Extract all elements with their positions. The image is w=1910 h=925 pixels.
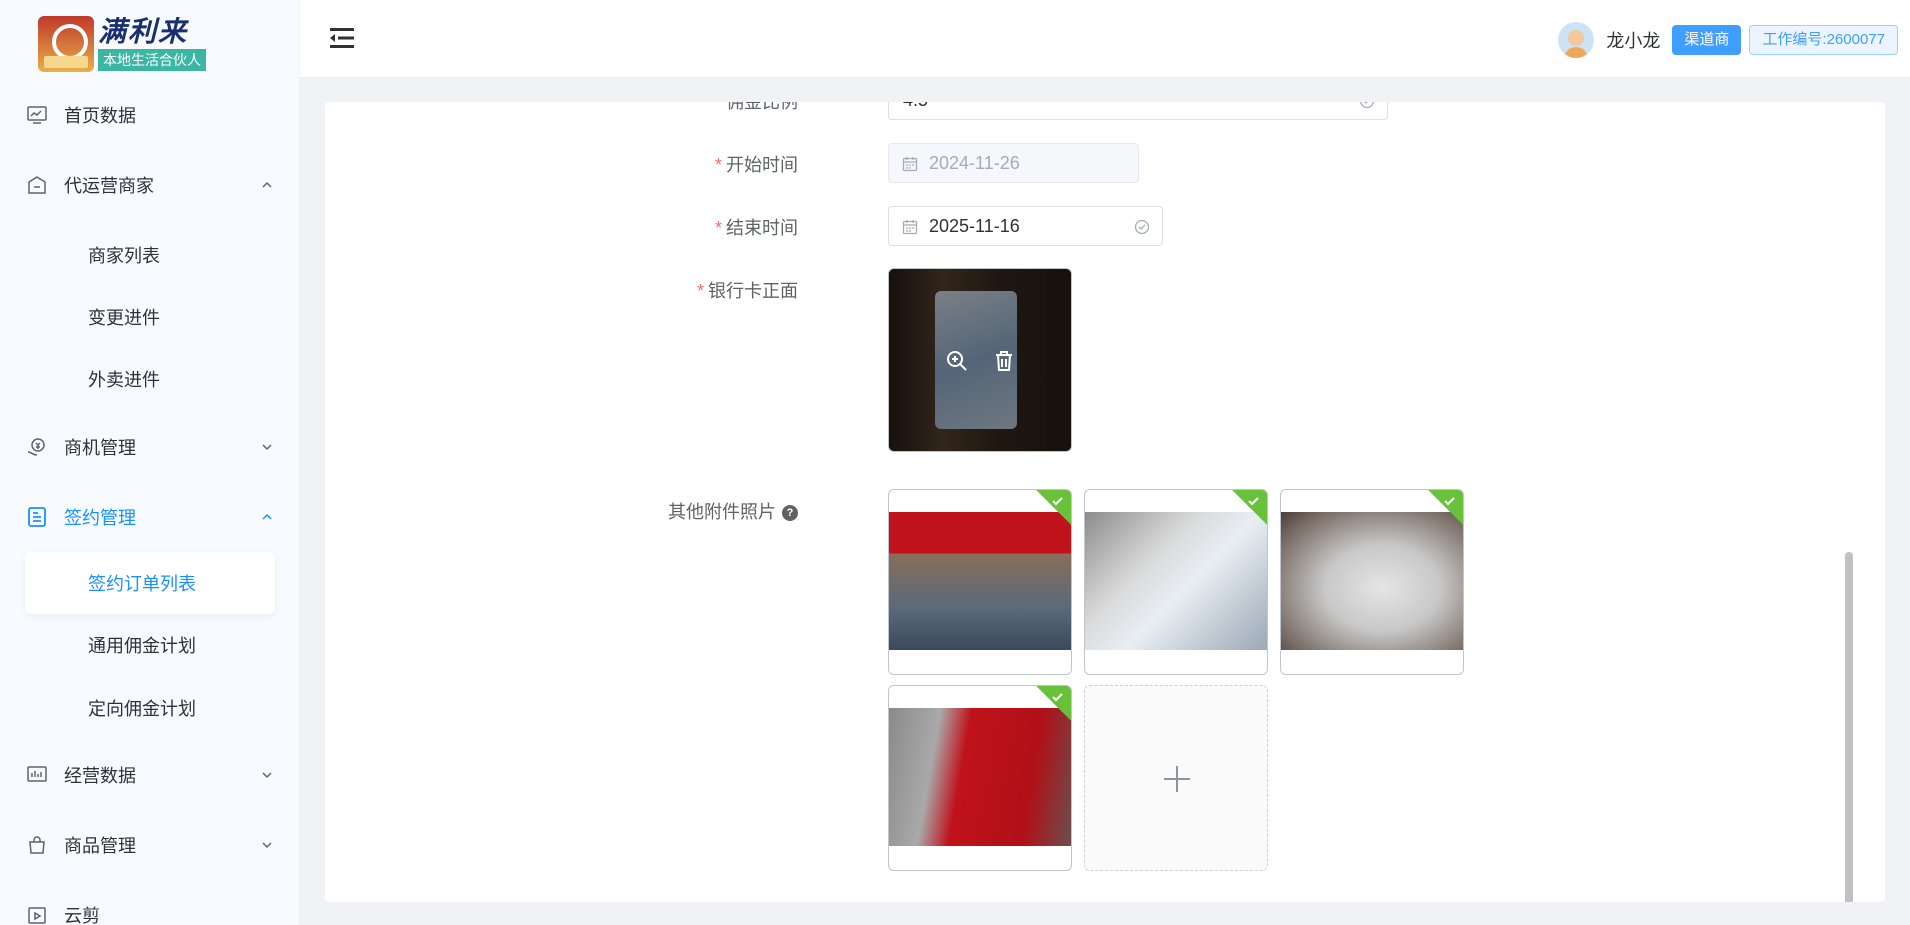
check-circle-icon: [1359, 102, 1375, 109]
sidebar-item-cloud-edit[interactable]: 云剪: [0, 890, 299, 925]
check-icon: [1444, 497, 1455, 506]
zoom-in-icon[interactable]: [945, 349, 969, 373]
check-circle-icon: [1134, 219, 1150, 235]
attachment-thumb-2[interactable]: [1084, 489, 1268, 675]
sidebar-item-targeted-commission[interactable]: 定向佣金计划: [0, 683, 299, 733]
dining-room-photo: [1281, 512, 1463, 650]
sidebar-item-delivery-application[interactable]: 外卖进件: [0, 354, 299, 404]
check-icon: [1052, 693, 1063, 702]
bag-icon: [26, 834, 48, 856]
commission-input[interactable]: 4.5: [888, 102, 1388, 120]
sidebar-item-label: 云剪: [64, 906, 100, 925]
sidebar: 满利来 本地生活合伙人 首页数据 代运营商家 商家列表 变更进件 外卖进件 商机…: [0, 0, 300, 925]
bank-card-image[interactable]: [888, 268, 1072, 452]
end-date-label: * 结束时间: [714, 218, 798, 238]
user-name: 龙小龙: [1606, 31, 1661, 51]
end-date-value: 2025-11-16: [929, 215, 1020, 236]
sidebar-item-business-data[interactable]: 经营数据: [0, 750, 299, 800]
sidebar-item-contracts[interactable]: 签约管理: [0, 492, 299, 542]
sidebar-item-general-commission[interactable]: 通用佣金计划: [0, 620, 299, 670]
add-attachment-button[interactable]: [1084, 685, 1268, 871]
help-icon[interactable]: ?: [782, 505, 798, 521]
calendar-icon: [902, 157, 918, 172]
brand-title: 满利来: [98, 16, 189, 47]
storefront-photo: [889, 512, 1071, 650]
user-info: 龙小龙 渠道商 工作编号:2600077: [1558, 22, 1898, 58]
sidebar-item-products[interactable]: 商品管理: [0, 820, 299, 870]
end-date-picker[interactable]: 2025-11-16: [888, 206, 1163, 246]
sidebar-item-change-application[interactable]: 变更进件: [0, 292, 299, 342]
sidebar-item-label: 签约管理: [64, 508, 136, 528]
collapse-menu-icon[interactable]: [330, 27, 354, 49]
brand-logo[interactable]: 满利来 本地生活合伙人: [38, 16, 206, 72]
sidebar-item-label: 变更进件: [88, 308, 160, 328]
sidebar-item-label: 签约订单列表: [88, 574, 196, 594]
sidebar-item-managed-merchants[interactable]: 代运营商家: [0, 160, 299, 210]
calendar-icon: [902, 220, 918, 235]
avatar[interactable]: [1558, 22, 1595, 58]
sidebar-item-label: 经营数据: [64, 766, 136, 786]
chevron-down-icon: [262, 444, 272, 451]
chart-icon: [26, 764, 48, 786]
cashier-photo: [1085, 512, 1267, 650]
money-icon: [26, 436, 48, 458]
chevron-down-icon: [262, 842, 272, 849]
check-icon: [1248, 497, 1259, 506]
chevron-down-icon: [262, 772, 272, 779]
sidebar-item-merchant-list[interactable]: 商家列表: [0, 230, 299, 280]
sidebar-item-label: 外卖进件: [88, 370, 160, 390]
dashboard-icon: [26, 104, 48, 126]
contract-icon: [26, 506, 48, 528]
brand-subtitle: 本地生活合伙人: [98, 49, 206, 71]
sidebar-item-label: 商品管理: [64, 836, 136, 856]
sidebar-item-label: 商机管理: [64, 438, 136, 458]
sidebar-item-opportunity[interactable]: 商机管理: [0, 422, 299, 472]
commission-value: 4.5: [903, 102, 928, 111]
sidebar-item-label: 通用佣金计划: [88, 636, 196, 656]
bank-card-label: * 银行卡正面: [696, 281, 798, 301]
start-date-label: * 开始时间: [714, 155, 798, 175]
plus-icon: [1164, 766, 1190, 792]
logo-emblem-icon: [38, 16, 94, 72]
attachment-thumb-1[interactable]: [888, 489, 1072, 675]
attachment-thumb-3[interactable]: [1280, 489, 1464, 675]
top-header: 龙小龙 渠道商 工作编号:2600077: [300, 0, 1910, 78]
sidebar-item-label: 代运营商家: [64, 176, 154, 196]
check-icon: [1052, 497, 1063, 506]
video-icon: [26, 904, 48, 925]
contract-form-panel: 佣金比例 4.5 *开始时间 2024-11-26 *结束时间 2025-11-…: [325, 102, 1885, 902]
role-badge: 渠道商: [1672, 25, 1742, 55]
sidebar-item-label: 首页数据: [64, 106, 136, 126]
attachment-thumb-4[interactable]: [888, 685, 1072, 871]
delete-icon[interactable]: [992, 349, 1016, 373]
start-date-picker[interactable]: 2024-11-26: [888, 143, 1139, 183]
storefront-photo: [889, 708, 1071, 846]
vertical-scrollbar[interactable]: [1845, 552, 1853, 902]
chevron-up-icon: [262, 181, 272, 188]
attachments-label: 其他附件照片?: [668, 498, 798, 524]
store-icon: [26, 174, 48, 196]
sidebar-item-label: 定向佣金计划: [88, 699, 196, 719]
chevron-up-icon: [262, 513, 272, 520]
commission-label: 佣金比例: [726, 102, 798, 112]
start-date-value: 2024-11-26: [929, 152, 1020, 173]
sidebar-item-dashboard[interactable]: 首页数据: [0, 90, 299, 140]
employee-id-badge: 工作编号:2600077: [1749, 25, 1898, 55]
sidebar-item-label: 商家列表: [88, 246, 160, 266]
sidebar-item-contract-orders[interactable]: 签约订单列表: [25, 552, 275, 614]
